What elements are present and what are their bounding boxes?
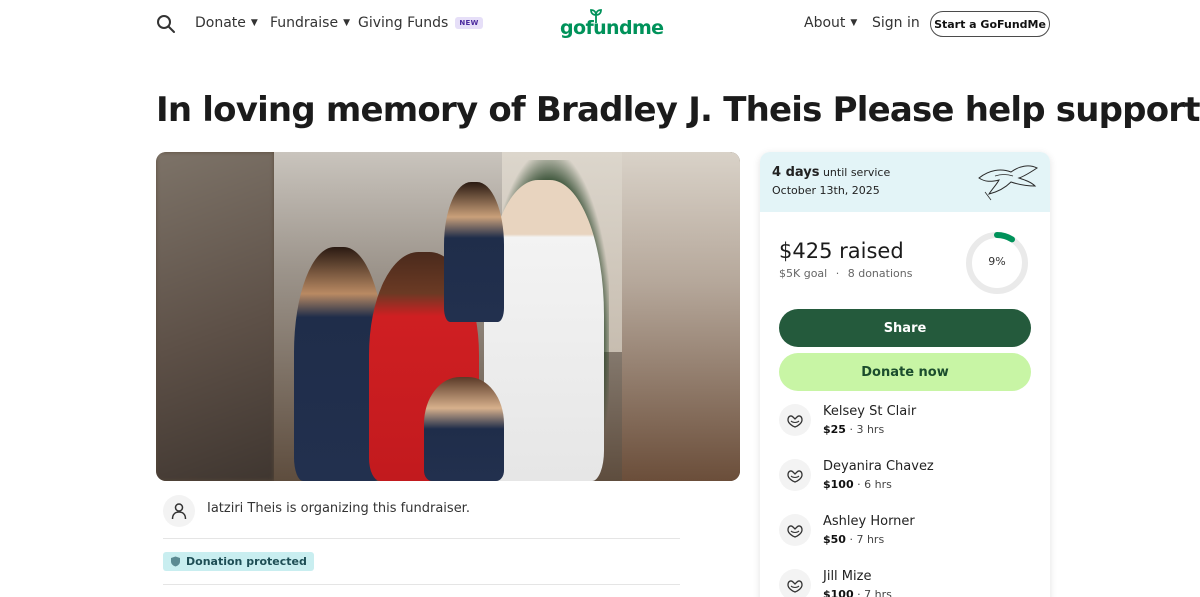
divider [163, 538, 680, 539]
donor-item: Ashley Horner $50 · 7 hrs [779, 514, 1031, 558]
donor-time: · 7 hrs [845, 533, 885, 546]
days-count: 4 days [772, 165, 820, 180]
donor-name: Ashley Horner [823, 514, 915, 529]
photo-person [444, 182, 504, 322]
hero-blur-left [156, 152, 274, 481]
service-date: October 13th, 2025 [772, 184, 880, 197]
caret-down-icon: ▼ [343, 18, 350, 28]
campaign-title: In loving memory of Bradley J. Theis Ple… [156, 90, 1200, 130]
days-until-service: 4 days until service [772, 165, 890, 180]
new-badge: NEW [455, 17, 483, 29]
donor-amount: $50 [823, 533, 846, 546]
goal-and-donations: $5K goal · 8 donations [779, 267, 912, 280]
sign-in-label: Sign in [872, 15, 920, 31]
nav-fundraise-menu[interactable]: Fundraise ▼ [270, 15, 350, 31]
donation-card: 4 days until service October 13th, 2025 … [760, 152, 1050, 597]
share-button[interactable]: Share [779, 309, 1031, 347]
logo-text: gofundme [560, 17, 664, 39]
campaign-hero-image[interactable] [156, 152, 740, 481]
person-icon [171, 503, 187, 520]
donor-item: Deyanira Chavez $100 · 6 hrs [779, 459, 1031, 503]
heart-hands-icon [779, 404, 811, 436]
goal-separator: · [835, 267, 840, 280]
donor-item: Jill Mize $100 · 7 hrs [779, 569, 1031, 597]
caret-down-icon: ▼ [250, 18, 258, 28]
progress-percent: 9% [988, 255, 1006, 268]
donor-name: Deyanira Chavez [823, 459, 934, 474]
days-suffix: until service [819, 166, 891, 179]
donor-amount: $25 [823, 423, 846, 436]
hero-blur-right [622, 152, 740, 481]
donation-protected-badge[interactable]: Donation protected [163, 552, 314, 571]
donor-meta: $50 · 7 hrs [823, 533, 884, 546]
donor-amount: $100 [823, 588, 854, 597]
donor-name: Jill Mize [823, 569, 872, 584]
donor-time: · 3 hrs [845, 423, 885, 436]
nav-donate-menu[interactable]: Donate ▼ [195, 15, 258, 31]
heart-hands-icon [779, 459, 811, 491]
divider [163, 584, 680, 585]
donor-time: · 7 hrs [853, 588, 892, 597]
nav-giving-funds-label: Giving Funds [358, 15, 449, 31]
sign-in-link[interactable]: Sign in [872, 15, 920, 31]
donor-amount: $100 [823, 478, 854, 491]
donor-item: Kelsey St Clair $25 · 3 hrs [779, 404, 1031, 448]
shield-icon [171, 556, 180, 567]
donor-meta: $25 · 3 hrs [823, 423, 884, 436]
photo-person [424, 377, 504, 481]
organizer-avatar [163, 495, 195, 527]
donation-count: 8 donations [847, 267, 913, 280]
donor-time: · 6 hrs [853, 478, 892, 491]
amount-raised: $425 raised [779, 239, 904, 263]
donation-protected-label: Donation protected [186, 555, 307, 568]
gofundme-logo[interactable]: gofundme [560, 9, 664, 39]
goal-amount: $5K goal [779, 267, 828, 280]
organizer-text: Iatziri Theis is organizing this fundrai… [207, 501, 470, 516]
donor-meta: $100 · 6 hrs [823, 478, 892, 491]
donate-now-button[interactable]: Donate now [779, 353, 1031, 391]
logo-sprout-icon [590, 9, 602, 23]
donor-name: Kelsey St Clair [823, 404, 917, 419]
nav-giving-funds-link[interactable]: Giving Funds NEW [358, 15, 483, 31]
top-nav: Donate ▼ Fundraise ▼ Giving Funds NEW go… [0, 0, 1200, 48]
nav-about-menu[interactable]: About ▼ [804, 15, 857, 31]
family-photo [274, 152, 622, 481]
heart-hands-icon [779, 514, 811, 546]
nav-about-label: About [804, 15, 846, 31]
donor-meta: $100 · 7 hrs [823, 588, 892, 597]
nav-fundraise-label: Fundraise [270, 15, 339, 31]
dove-icon [978, 165, 1038, 201]
nav-donate-label: Donate [195, 15, 246, 31]
start-gofundme-button[interactable]: Start a GoFundMe [930, 11, 1050, 37]
search-icon[interactable] [156, 14, 176, 34]
caret-down-icon: ▼ [850, 18, 858, 28]
heart-hands-icon [779, 569, 811, 597]
service-banner: 4 days until service October 13th, 2025 [760, 152, 1050, 212]
